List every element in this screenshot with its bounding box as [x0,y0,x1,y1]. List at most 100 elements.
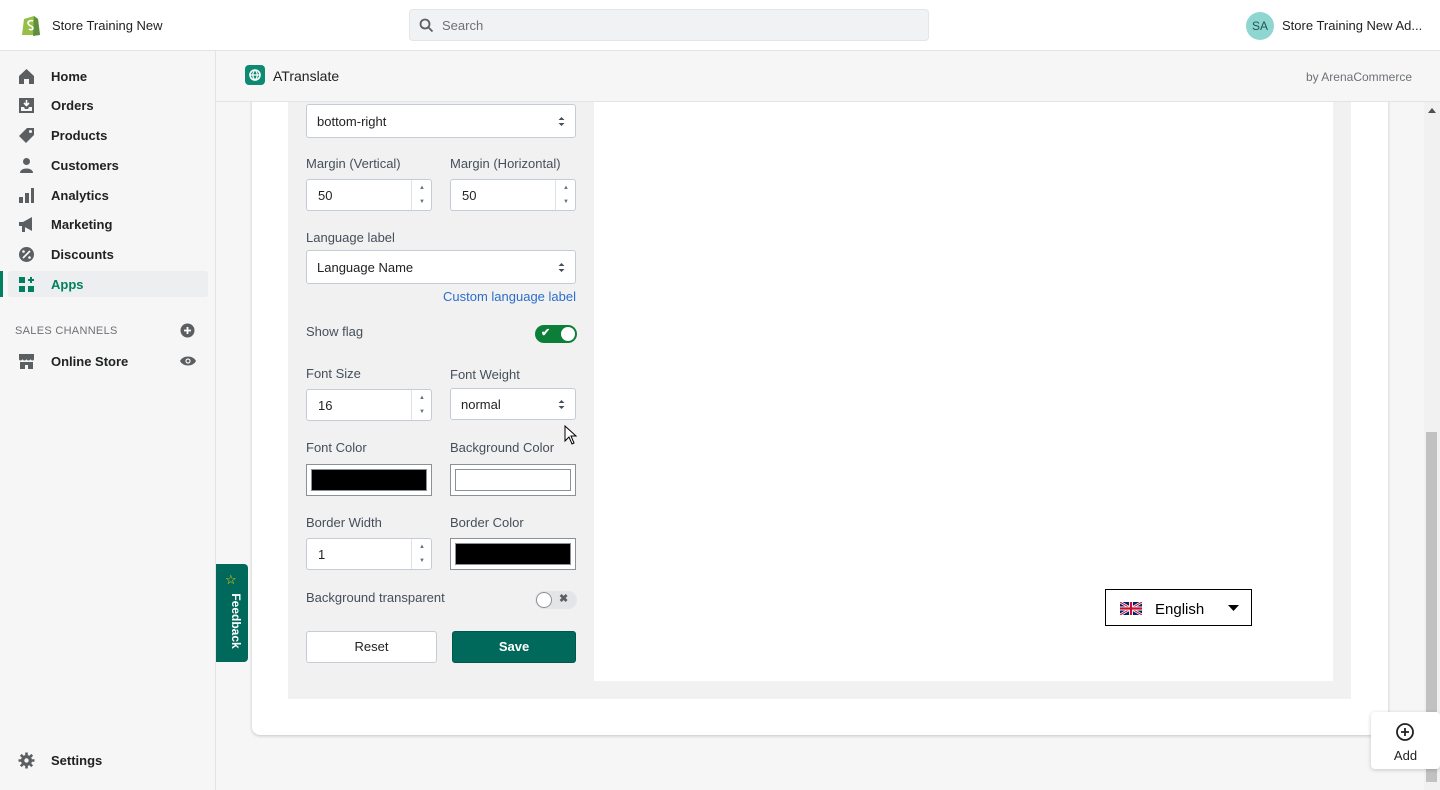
sidebar-item-label: Orders [51,98,94,113]
mouse-cursor-icon [564,425,578,445]
tag-icon [19,128,34,143]
main-content: bottom-right Margin (Vertical) Margin (H… [216,102,1424,790]
select-arrows-icon [558,400,565,409]
sidebar-item-label: Products [51,128,108,143]
sidebar-item-customers[interactable]: Customers [8,152,208,178]
feedback-tab[interactable]: ☆ Feedback [216,564,248,662]
sidebar-item-label: Marketing [51,217,113,232]
account-name[interactable]: Store Training New Ad... [1282,18,1422,33]
atranslate-app-icon [245,65,265,85]
font-size-stepper[interactable]: ▲ ▼ [411,390,431,420]
margin-horizontal-input[interactable]: 50 ▲ ▼ [450,179,576,211]
sidebar-item-label: Apps [51,277,84,292]
background-color-swatch [455,469,571,491]
sidebar-item-analytics[interactable]: Analytics [8,182,208,208]
margin-vertical-stepper[interactable]: ▲ ▼ [411,180,431,210]
sidebar-item-orders[interactable]: Orders [8,92,208,118]
app-title: ATranslate [273,68,340,84]
margin-horizontal-value: 50 [462,188,477,203]
megaphone-icon [19,217,32,232]
store-icon [19,354,34,369]
background-transparent-toggle[interactable]: ✖ [535,591,577,609]
search-placeholder: Search [442,18,484,33]
sidebar-item-discounts[interactable]: Discounts [8,241,208,267]
margin-vertical-label: Margin (Vertical) [306,156,401,171]
add-button[interactable]: Add [1371,712,1440,769]
scroll-up-arrow-icon[interactable] [1428,108,1436,113]
font-size-label: Font Size [306,366,361,381]
show-flag-label: Show flag [306,324,364,339]
apps-icon [19,277,34,292]
sidebar-item-products[interactable]: Products [8,122,208,148]
border-width-value: 1 [318,547,326,562]
reset-button[interactable]: Reset [306,631,437,663]
language-label-value: Language Name [317,260,414,275]
background-transparent-label: Background transparent [306,590,445,605]
border-color-label: Border Color [450,515,524,530]
sidebar-item-settings[interactable]: Settings [8,747,208,773]
border-color-swatch [455,543,571,565]
sidebar-item-home[interactable]: Home [8,63,208,89]
star-icon: ☆ [225,572,237,587]
sidebar-item-marketing[interactable]: Marketing [8,211,208,237]
settings-panel: bottom-right Margin (Vertical) Margin (H… [288,102,1351,699]
language-label-select[interactable]: Language Name [306,250,576,284]
top-bar: Store Training New Search SA Store Train… [0,0,1440,51]
position-select[interactable]: bottom-right [306,104,576,138]
sales-channels-title: SALES CHANNELS [15,325,118,337]
caret-down-icon [1228,605,1239,611]
custom-language-label-link[interactable]: Custom language label [443,289,576,304]
language-switcher-preview[interactable]: English [1105,589,1252,626]
toggle-knob [537,593,551,607]
font-color-swatch [311,469,427,491]
sidebar-item-online-store[interactable]: Online Store [8,348,208,374]
search-input[interactable]: Search [409,9,929,41]
border-width-stepper[interactable]: ▲ ▼ [411,539,431,569]
bar-chart-icon [19,188,34,203]
person-icon [20,158,33,173]
eye-icon[interactable] [180,355,196,367]
font-weight-value: normal [461,397,501,412]
font-size-value: 16 [318,398,333,413]
font-color-picker[interactable] [306,464,432,496]
sidebar: Home Orders Products Customers Analytics… [0,51,216,790]
sidebar-item-apps[interactable]: Apps [0,271,208,297]
shopify-logo-icon[interactable] [20,13,42,37]
avatar[interactable]: SA [1246,12,1274,40]
home-icon [19,69,34,84]
save-button[interactable]: Save [452,631,576,663]
select-arrows-icon [558,117,565,126]
font-color-label: Font Color [306,440,367,455]
toggle-knob [561,327,575,341]
margin-horizontal-label: Margin (Horizontal) [450,156,561,171]
border-color-picker[interactable] [450,538,576,570]
settings-card: bottom-right Margin (Vertical) Margin (H… [252,102,1388,735]
show-flag-toggle[interactable]: ✔ [535,325,577,343]
discount-icon [19,247,34,262]
sidebar-item-label: Settings [51,753,103,768]
add-channel-icon[interactable] [180,323,195,338]
app-developer[interactable]: by ArenaCommerce [1306,70,1412,84]
app-header: ATranslate by ArenaCommerce [216,51,1440,102]
store-name[interactable]: Store Training New [52,18,163,33]
border-width-input[interactable]: 1 ▲ ▼ [306,538,432,570]
border-width-label: Border Width [306,515,382,530]
preview-area: English [594,102,1333,681]
background-color-picker[interactable] [450,464,576,496]
margin-horizontal-stepper[interactable]: ▲ ▼ [555,180,575,210]
font-size-input[interactable]: 16 ▲ ▼ [306,389,432,421]
margin-vertical-input[interactable]: 50 ▲ ▼ [306,179,432,211]
feedback-label: Feedback [229,593,243,649]
position-value: bottom-right [317,114,387,129]
sidebar-item-label: Discounts [51,247,114,262]
font-weight-select[interactable]: normal [450,388,576,420]
sidebar-item-label: Analytics [51,188,109,203]
gear-icon [18,752,35,769]
uk-flag-icon [1120,602,1142,615]
check-icon: ✔ [541,327,551,339]
page-scrollbar[interactable] [1424,102,1440,790]
preview-language-label: English [1155,601,1205,618]
close-icon: ✖ [559,593,569,605]
margin-vertical-value: 50 [318,188,333,203]
background-color-label: Background Color [450,440,555,455]
